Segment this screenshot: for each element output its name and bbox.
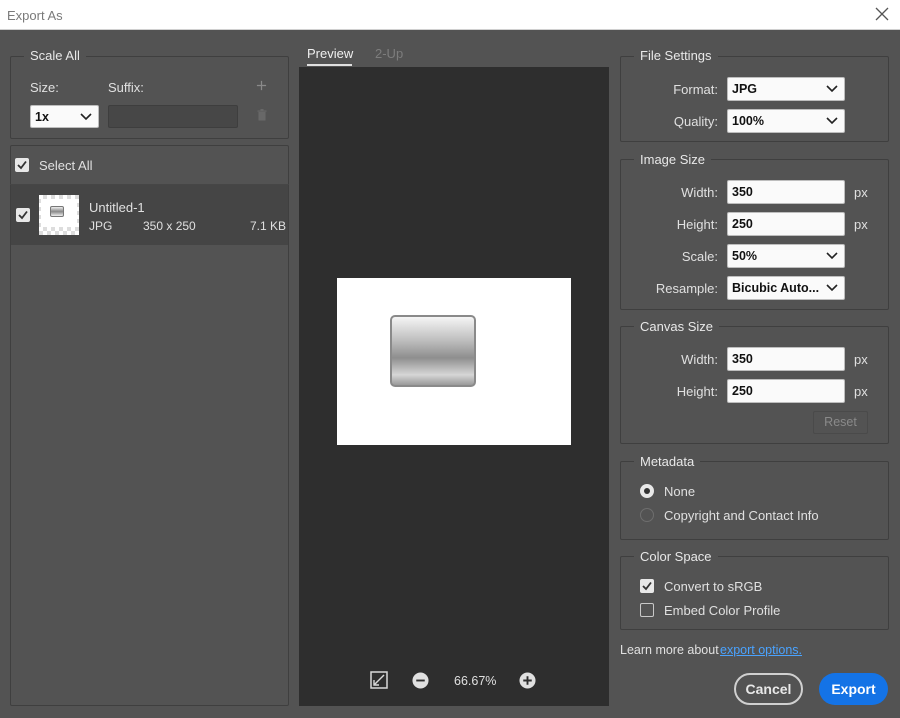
export-button-label: Export [831, 681, 876, 697]
radio-selected-dot [644, 488, 650, 494]
chevron-down-icon [826, 85, 838, 93]
thumbnail-image [41, 199, 77, 227]
scale-label: Scale: [681, 249, 718, 264]
metadata-copyright-label: Copyright and Contact Info [664, 508, 819, 523]
canvas-width-value: 350 [732, 352, 753, 366]
select-all-checkbox[interactable] [15, 158, 29, 172]
metadata-legend: Metadata [634, 454, 701, 469]
scale-select[interactable]: 50% [727, 244, 845, 268]
trash-icon[interactable] [257, 109, 267, 121]
image-height-label: Height: [676, 217, 718, 232]
tab-2-up[interactable]: 2-Up [375, 46, 403, 61]
image-width-input[interactable]: 350 [727, 180, 845, 204]
tab-preview-underline [307, 64, 352, 66]
scale-select-value: 50% [732, 249, 758, 263]
zoom-level: 66.67% [454, 674, 497, 688]
size-select[interactable]: 1x [30, 105, 99, 128]
title-bar: Export As [0, 0, 900, 30]
image-height-input[interactable]: 250 [727, 212, 845, 236]
canvas-width-unit: px [854, 352, 868, 367]
fit-view-icon[interactable] [370, 671, 388, 689]
format-select[interactable]: JPG [727, 77, 845, 101]
image-height-unit: px [854, 217, 868, 232]
tab-preview[interactable]: Preview [307, 46, 353, 61]
learn-more-text: Learn more about [620, 643, 719, 657]
asset-name: Untitled-1 [89, 200, 145, 215]
canvas-height-unit: px [854, 384, 868, 399]
metadata-none-label: None [664, 484, 696, 499]
image-width-label: Width: [681, 185, 718, 200]
resample-select[interactable]: Bicubic Auto... [727, 276, 845, 300]
convert-srgb-checkbox[interactable] [640, 579, 654, 593]
asset-row[interactable]: Untitled-1 JPG 350 x 250 7.1 KB [11, 185, 288, 245]
canvas-height-input[interactable]: 250 [727, 379, 845, 403]
canvas-width-label: Width: [681, 352, 718, 367]
convert-srgb-label: Convert to sRGB [664, 579, 763, 594]
asset-checkbox[interactable] [16, 208, 30, 222]
close-icon[interactable] [874, 6, 890, 22]
chevron-down-icon [80, 113, 92, 121]
resample-select-value: Bicubic Auto... [732, 281, 820, 295]
add-scale-icon[interactable] [256, 80, 267, 91]
zoom-out-icon[interactable] [412, 672, 429, 689]
metadata-none-radio[interactable] [640, 484, 654, 498]
file-settings-legend: File Settings [634, 48, 718, 63]
embed-profile-checkbox[interactable] [640, 603, 654, 617]
canvas-height-label: Height: [676, 384, 718, 399]
preview-canvas: 66.67% [299, 67, 609, 706]
image-width-value: 350 [732, 185, 753, 199]
resample-label: Resample: [655, 281, 718, 296]
size-label: Size: [30, 80, 59, 95]
chevron-down-icon [826, 284, 838, 292]
canvas-height-value: 250 [732, 384, 753, 398]
format-select-value: JPG [732, 82, 758, 96]
image-width-unit: px [854, 185, 868, 200]
window-title: Export As [7, 8, 63, 23]
select-all-label: Select All [39, 158, 93, 173]
cancel-button-label: Cancel [745, 681, 792, 697]
format-label: Format: [673, 82, 718, 97]
preview-image-button-shape [390, 315, 476, 387]
chevron-down-icon [826, 117, 838, 125]
suffix-label: Suffix: [108, 80, 144, 95]
asset-thumbnail [39, 195, 79, 235]
chevron-down-icon [826, 252, 838, 260]
reset-button-label: Reset [824, 415, 857, 429]
image-height-value: 250 [732, 217, 753, 231]
checkmark-icon [642, 581, 652, 591]
asset-dimensions: 350 x 250 [143, 219, 196, 233]
image-size-legend: Image Size [634, 152, 712, 167]
asset-file-size: 7.1 KB [250, 219, 287, 233]
export-button[interactable]: Export [819, 673, 888, 705]
checkmark-icon [17, 160, 27, 170]
color-space-legend: Color Space [634, 549, 718, 564]
canvas-size-legend: Canvas Size [634, 319, 719, 334]
quality-select[interactable]: 100% [727, 109, 845, 133]
scale-all-legend: Scale All [24, 48, 86, 63]
embed-profile-label: Embed Color Profile [664, 603, 781, 618]
checkmark-icon [18, 210, 28, 220]
cancel-button[interactable]: Cancel [734, 673, 803, 705]
asset-format: JPG [89, 219, 113, 233]
zoom-in-icon[interactable] [519, 672, 536, 689]
size-select-value: 1x [35, 110, 49, 124]
quality-label: Quality: [673, 114, 718, 129]
reset-button[interactable]: Reset [813, 411, 868, 434]
preview-image [337, 278, 571, 445]
metadata-panel [620, 461, 889, 540]
quality-select-value: 100% [732, 114, 764, 128]
export-options-link[interactable]: export options. [720, 643, 802, 657]
suffix-input[interactable] [108, 105, 238, 128]
metadata-copyright-radio[interactable] [640, 508, 654, 522]
canvas-width-input[interactable]: 350 [727, 347, 845, 371]
